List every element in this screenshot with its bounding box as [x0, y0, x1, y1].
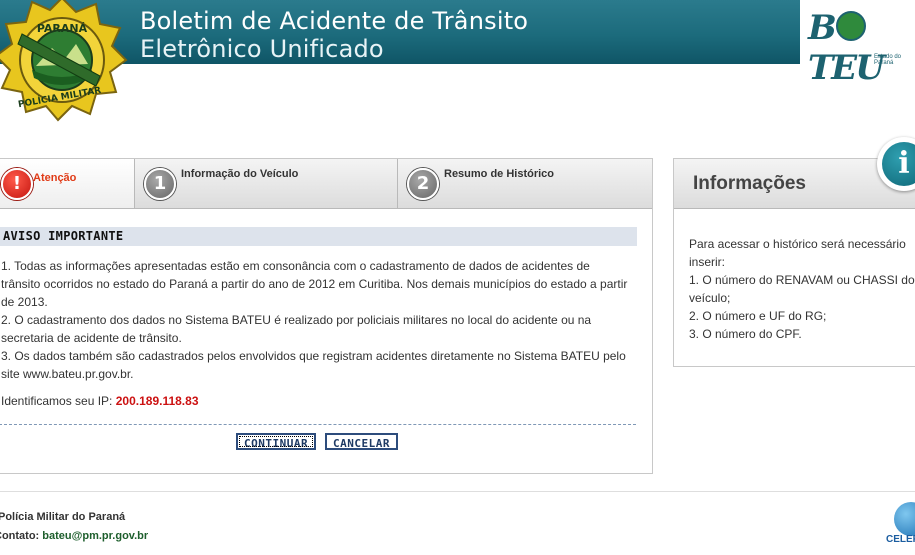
info-icon-glyph: i	[882, 142, 915, 186]
info-panel-title: Informações	[693, 173, 806, 194]
ip-value: 200.189.118.83	[115, 394, 199, 408]
notice-panel: ! Atenção 1 Informação do Veículo 2 Resu…	[0, 158, 653, 474]
footer-email-link[interactable]: bateu@pm.pr.gov.br	[42, 530, 148, 542]
info-line: 1. O número do RENAVAM ou CHASSI do veíc…	[689, 273, 915, 305]
celepar-globe-icon	[894, 502, 915, 536]
step-2-icon: 2	[407, 168, 439, 200]
ip-label: Identificamos seu IP:	[1, 394, 113, 408]
info-panel-body: Para acessar o histórico será necessário…	[689, 235, 915, 343]
alert-icon: !	[1, 168, 33, 200]
continue-button[interactable]: CONTINUAR	[236, 433, 317, 450]
info-line: Para acessar o histórico será necessário…	[689, 237, 906, 269]
notice-item: 1. Todas as informações apresentadas est…	[1, 259, 628, 309]
footer-org: Polícia Militar do Paraná	[0, 511, 126, 523]
cancel-button[interactable]: CANCELAR	[325, 433, 398, 450]
info-line: 2. O número e UF do RG;	[689, 309, 827, 323]
section-header: AVISO IMPORTANTE	[0, 227, 637, 246]
bateu-logo-subtitle: Estado do Paraná	[874, 54, 902, 66]
title-line-1: Boletim de Acidente de Trânsito	[140, 7, 529, 35]
step-1-icon: 1	[144, 168, 176, 200]
celepar-logo[interactable]: CELEPAR	[886, 502, 915, 552]
footer-contact: Contato: bateu@pm.pr.gov.br	[0, 530, 148, 542]
footer-divider	[0, 491, 915, 492]
celepar-label: CELEPAR	[886, 534, 915, 545]
notice-text: 1. Todas as informações apresentadas est…	[1, 257, 631, 383]
title-line-2: Eletrônico Unificado	[140, 35, 384, 63]
page-header: Boletim de Acidente de Trânsito Eletrôni…	[0, 0, 915, 88]
wizard-steps: ! Atenção 1 Informação do Veículo 2 Resu…	[0, 159, 652, 209]
divider	[0, 424, 636, 425]
info-panel: Informações Para acessar o histórico ser…	[673, 158, 915, 367]
section-title: AVISO IMPORTANTE	[3, 229, 124, 243]
bateu-logo[interactable]: BTEU Estado do Paraná	[800, 0, 915, 88]
badge-text-top: PARANÁ	[37, 22, 88, 35]
step-informacao-veiculo-label: Informação do Veículo	[181, 168, 299, 180]
policia-militar-badge-icon: PARANÁ POLÍCIA MILITAR	[0, 0, 128, 122]
info-line: 3. O número do CPF.	[689, 327, 802, 341]
step-atencao[interactable]: ! Atenção	[0, 159, 135, 208]
bateu-logo-mark: BTEU	[808, 8, 885, 88]
notice-item: 3. Os dados também são cadastrados pelos…	[1, 349, 626, 381]
footer-contact-label: Contato:	[0, 530, 40, 542]
step-atencao-label: Atenção	[33, 172, 77, 184]
step-resumo-historico[interactable]: 2 Resumo de Histórico	[397, 159, 651, 208]
step-informacao-veiculo[interactable]: 1 Informação do Veículo	[134, 159, 398, 208]
ip-info: Identificamos seu IP: 200.189.118.83	[1, 394, 199, 408]
step-resumo-historico-label: Resumo de Histórico	[444, 168, 555, 180]
notice-item: 2. O cadastramento dos dados no Sistema …	[1, 313, 592, 345]
page-title: Boletim de Acidente de Trânsito Eletrôni…	[140, 7, 528, 63]
